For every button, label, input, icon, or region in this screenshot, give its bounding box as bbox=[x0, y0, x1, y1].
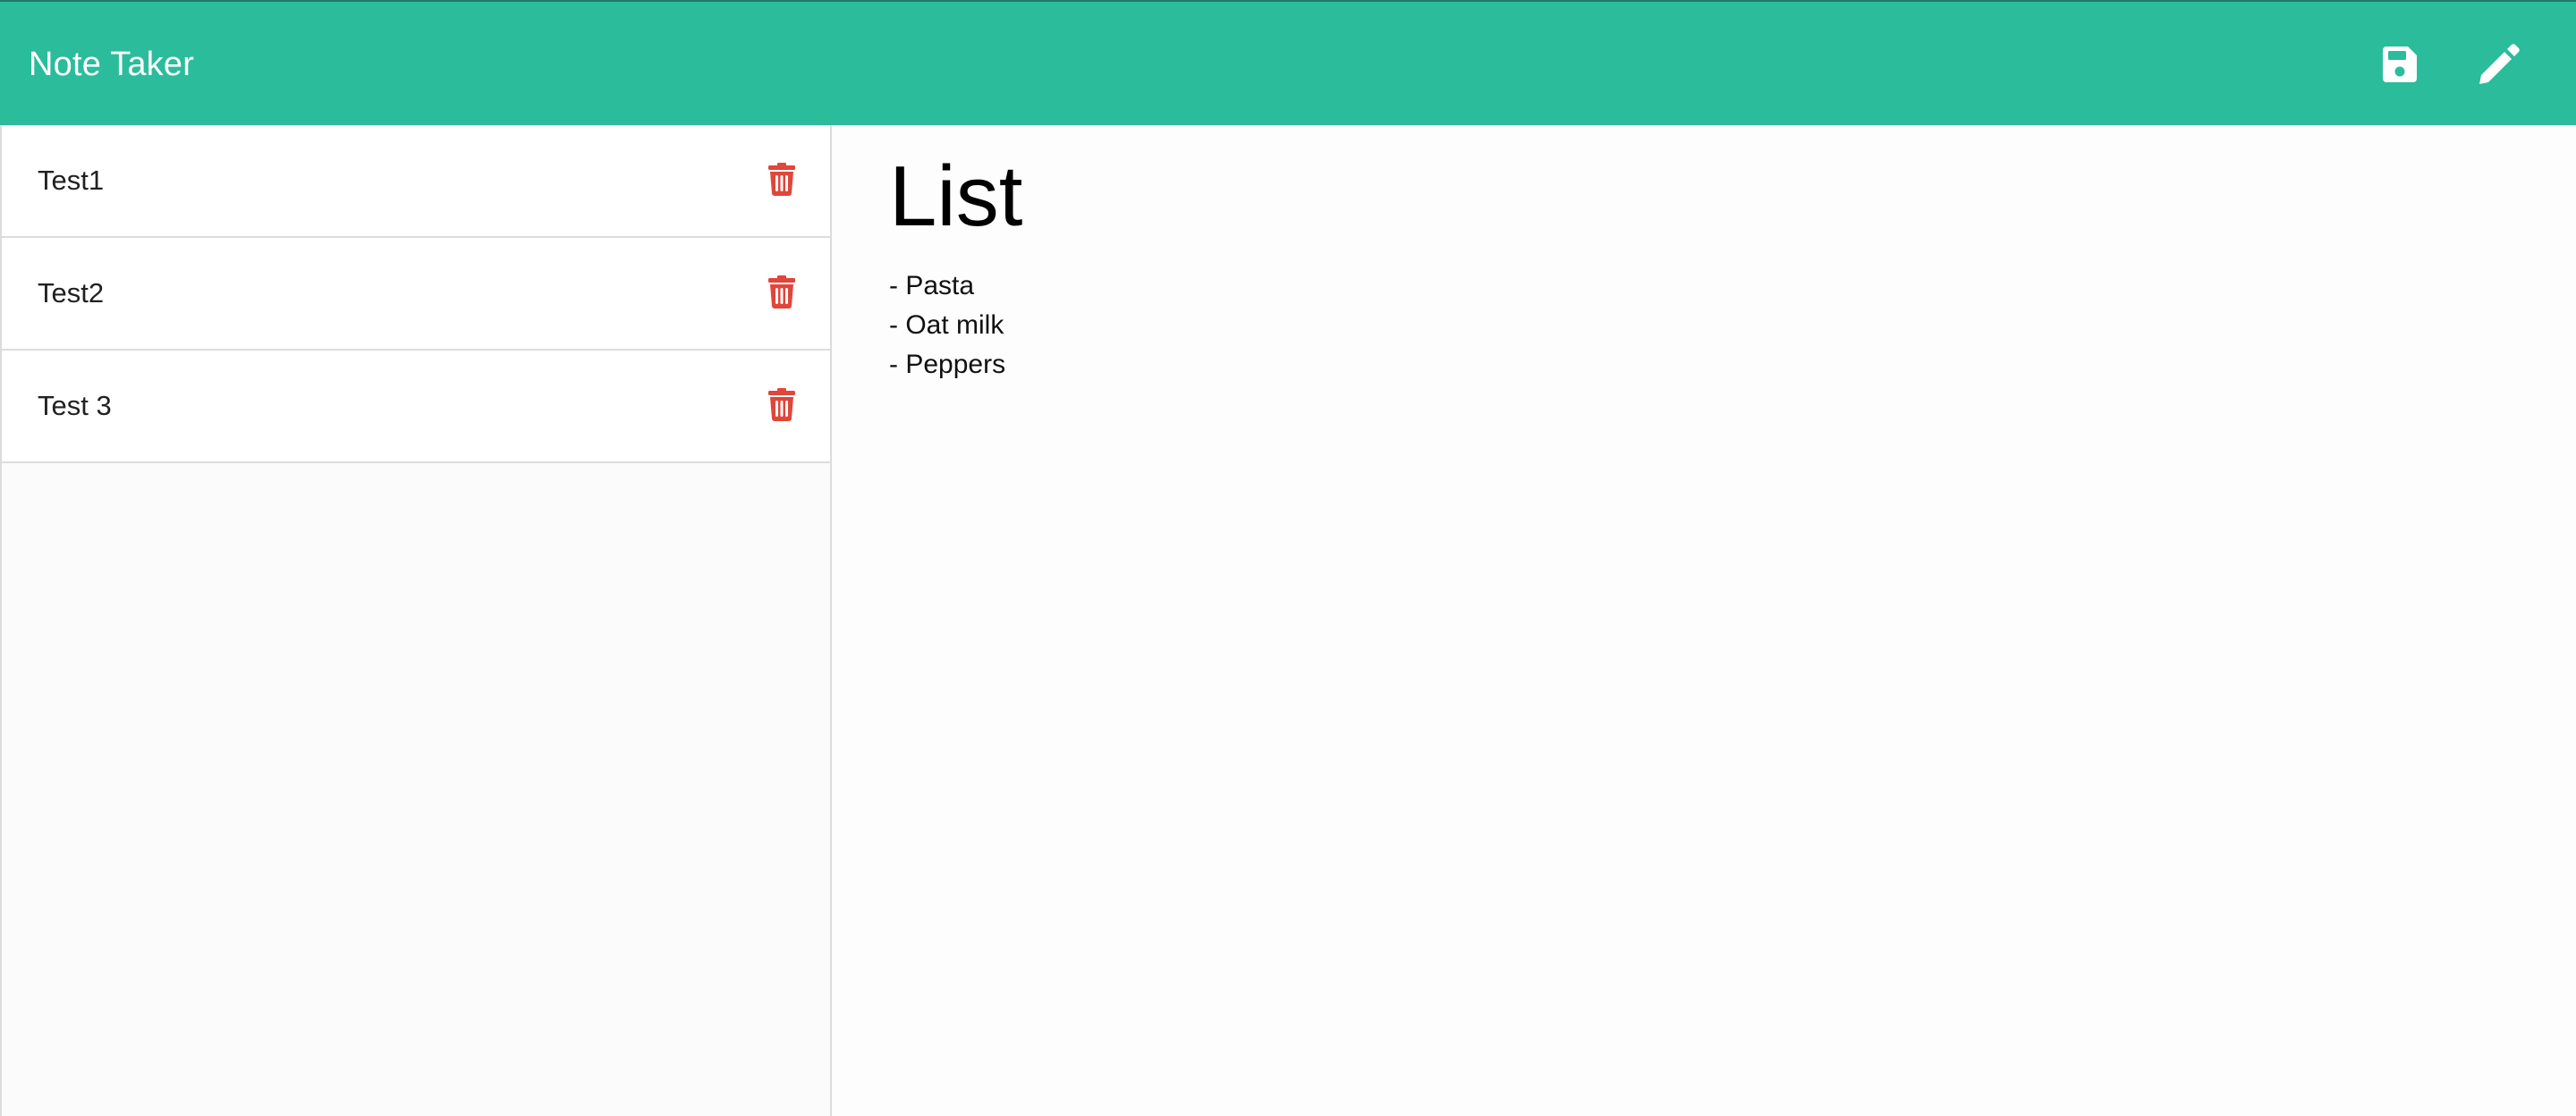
note-text-area[interactable]: - Pasta - Oat milk - Peppers bbox=[889, 266, 2499, 385]
new-note-button[interactable] bbox=[2474, 39, 2524, 89]
note-list: Test1 Test2 Test 3 bbox=[2, 125, 830, 463]
note-editor: List - Pasta - Oat milk - Peppers bbox=[832, 125, 2576, 1116]
note-list-item[interactable]: Test 3 bbox=[2, 351, 830, 463]
note-list-item[interactable]: Test1 bbox=[2, 125, 830, 238]
delete-note-button[interactable] bbox=[764, 159, 800, 199]
note-title-field[interactable]: List bbox=[889, 145, 1022, 249]
trash-icon bbox=[768, 163, 795, 196]
note-list-item[interactable]: Test2 bbox=[2, 238, 830, 351]
note-title[interactable]: Test 3 bbox=[38, 388, 112, 424]
delete-note-button[interactable] bbox=[764, 272, 800, 311]
delete-note-button[interactable] bbox=[764, 385, 800, 424]
save-note-button[interactable] bbox=[2374, 39, 2424, 89]
note-title[interactable]: Test1 bbox=[38, 163, 104, 199]
note-list-panel: Test1 Test2 Test 3 bbox=[0, 125, 832, 1116]
note-title[interactable]: Test2 bbox=[38, 275, 104, 311]
trash-icon bbox=[768, 275, 795, 309]
save-icon bbox=[2383, 46, 2417, 82]
navbar: Note Taker bbox=[0, 0, 2576, 125]
app-brand[interactable]: Note Taker bbox=[29, 43, 194, 86]
pencil-icon bbox=[2479, 44, 2520, 84]
trash-icon bbox=[768, 388, 795, 421]
